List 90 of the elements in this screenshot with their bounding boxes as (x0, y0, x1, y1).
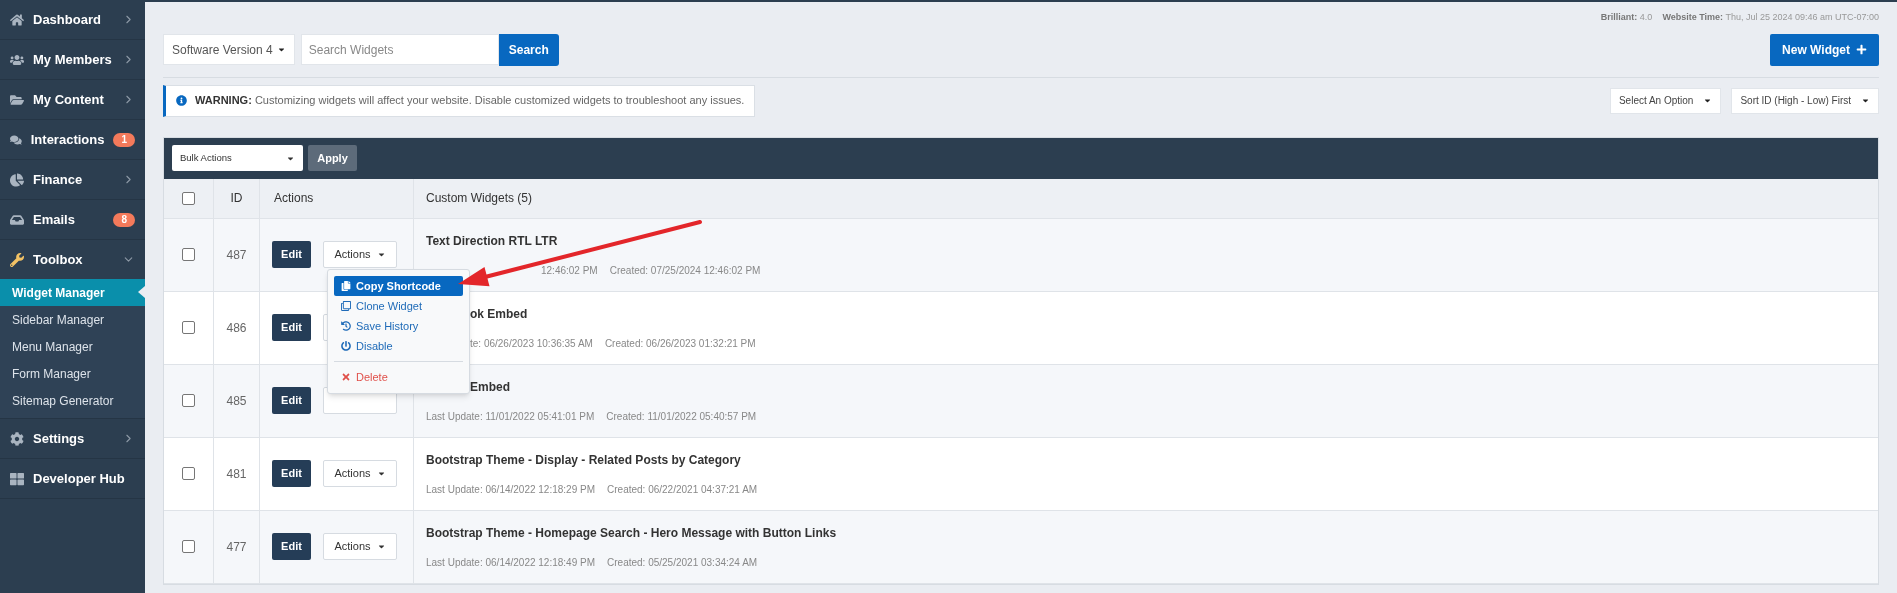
edit-button[interactable]: Edit (272, 460, 311, 487)
edit-button[interactable]: Edit (272, 387, 311, 414)
checkbox[interactable] (182, 321, 195, 334)
submenu-item[interactable]: Menu Manager (0, 333, 145, 360)
sidebar-item[interactable]: Emails 8 (0, 200, 145, 239)
last-update-text: te: 06/26/2023 10:36:35 AM (470, 336, 593, 351)
warning-text: WARNING: Customizing widgets will affect your website. Disable customized widgets to troubleshoot any issues. (195, 93, 745, 109)
menu-item[interactable]: Save History (334, 316, 463, 336)
id-cell-text: 485 (226, 392, 247, 410)
gear-icon (10, 431, 24, 446)
website-time-text: Website Time: Thu, Jul 25 2024 09:46 am UTC-07:00 (1662, 11, 1879, 24)
actions-button[interactable]: Actions (323, 241, 397, 268)
inbox-icon (10, 212, 24, 227)
new-widget-button[interactable]: New Widget (1770, 33, 1879, 66)
info-icon (176, 95, 187, 106)
version-select[interactable]: Software Version 4 (163, 34, 295, 65)
menu-item[interactable]: Clone Widget (334, 296, 463, 316)
version-text: Brilliant: 4.0 (1600, 11, 1653, 24)
id-cell-text: 481 (226, 465, 247, 483)
submenu-item[interactable]: Form Manager (0, 360, 145, 387)
last-update-text: Last Update: 06/14/2022 12:18:49 PM (426, 555, 595, 570)
caret-icon (276, 45, 286, 54)
checkbox[interactable] (182, 394, 195, 407)
bulk-actions-select[interactable]: Bulk Actions (172, 145, 303, 171)
sidebar-item[interactable]: Developer Hub (0, 459, 145, 498)
menu-item[interactable]: Copy Shortcode (334, 276, 463, 296)
filter-select[interactable]: Select An Option (1609, 87, 1722, 114)
pie-chart-icon (10, 172, 24, 187)
search-field[interactable]: Search Widgets (300, 34, 499, 65)
checkbox[interactable] (182, 248, 195, 261)
caret-icon (376, 250, 386, 259)
clone-icon (341, 301, 351, 311)
wrench-icon (10, 252, 24, 267)
power-icon (341, 341, 351, 351)
created-text: Created: 06/22/2021 04:37:21 AM (607, 482, 758, 497)
caret-icon (376, 542, 386, 551)
last-update-text: 12:46:02 PM (541, 263, 598, 278)
last-update-text: Last Update: 11/01/2022 05:41:01 PM (426, 409, 595, 424)
widget-title: Embed (469, 378, 511, 396)
history-icon (341, 321, 351, 331)
count-badge: 1 (113, 132, 135, 147)
created-text: Created: 06/26/2023 01:32:21 PM (604, 336, 756, 351)
created-text: Created: 07/25/2024 12:46:02 PM (609, 263, 761, 278)
copy-icon (341, 281, 351, 291)
chat-icon (10, 132, 22, 147)
apply-button[interactable]: Apply (308, 145, 357, 171)
search-button[interactable]: Search (498, 33, 559, 66)
sidebar-item[interactable]: Finance (0, 160, 145, 199)
grid-icon (10, 471, 24, 486)
menu-item[interactable]: Delete (334, 367, 463, 387)
column-header: Actions (274, 190, 314, 207)
column-header: Custom Widgets (5) (426, 190, 533, 207)
checkbox[interactable] (182, 191, 195, 205)
checkbox[interactable] (182, 467, 195, 480)
home-icon (10, 12, 24, 27)
caret-icon (1703, 96, 1713, 105)
submenu-item[interactable]: Sidebar Manager (0, 306, 145, 333)
column-header: ID (230, 190, 243, 207)
widget-title: Bootstrap Theme - Homepage Search - Hero Message with Button Links (425, 524, 838, 542)
edit-button[interactable]: Edit (272, 241, 311, 268)
submenu-item[interactable]: Sitemap Generator (0, 387, 145, 414)
sidebar-item[interactable]: My Members (0, 40, 145, 79)
created-text: Created: 11/01/2022 05:40:57 PM (606, 409, 757, 424)
count-badge: 8 (113, 212, 135, 227)
sidebar-item[interactable]: My Content (0, 80, 145, 119)
widget-title: Bootstrap Theme - Display - Related Posts by Category (425, 451, 742, 469)
caret-icon (1861, 96, 1870, 105)
sidebar-item[interactable]: Dashboard (0, 0, 145, 39)
close-icon (341, 372, 351, 382)
filter-select[interactable]: Sort ID (High - Low) First (1731, 87, 1879, 114)
actions-button[interactable]: Actions (323, 533, 397, 560)
actions-button[interactable]: Actions (323, 460, 397, 487)
edit-button[interactable]: Edit (272, 533, 311, 560)
last-update-text: Last Update: 06/14/2022 12:18:29 PM (426, 482, 595, 497)
sidebar-item[interactable]: Settings (0, 419, 145, 458)
caret-icon (376, 469, 386, 478)
submenu-item[interactable]: Widget Manager (0, 279, 145, 306)
menu-item[interactable]: Disable (334, 336, 463, 356)
sidebar-item[interactable]: Toolbox (0, 240, 145, 279)
checkbox[interactable] (182, 540, 195, 553)
id-cell-text: 487 (226, 246, 247, 264)
edit-button[interactable]: Edit (272, 314, 311, 341)
widget-title: Text Direction RTL LTR (425, 232, 559, 250)
plus-icon (1856, 44, 1867, 55)
folder-icon (10, 92, 24, 107)
id-cell-text: 486 (226, 319, 247, 337)
id-cell-text: 477 (226, 538, 247, 556)
created-text: Created: 05/25/2021 03:34:24 AM (607, 555, 758, 570)
users-icon (10, 52, 24, 67)
sidebar-item[interactable]: Interactions 1 (0, 120, 145, 159)
